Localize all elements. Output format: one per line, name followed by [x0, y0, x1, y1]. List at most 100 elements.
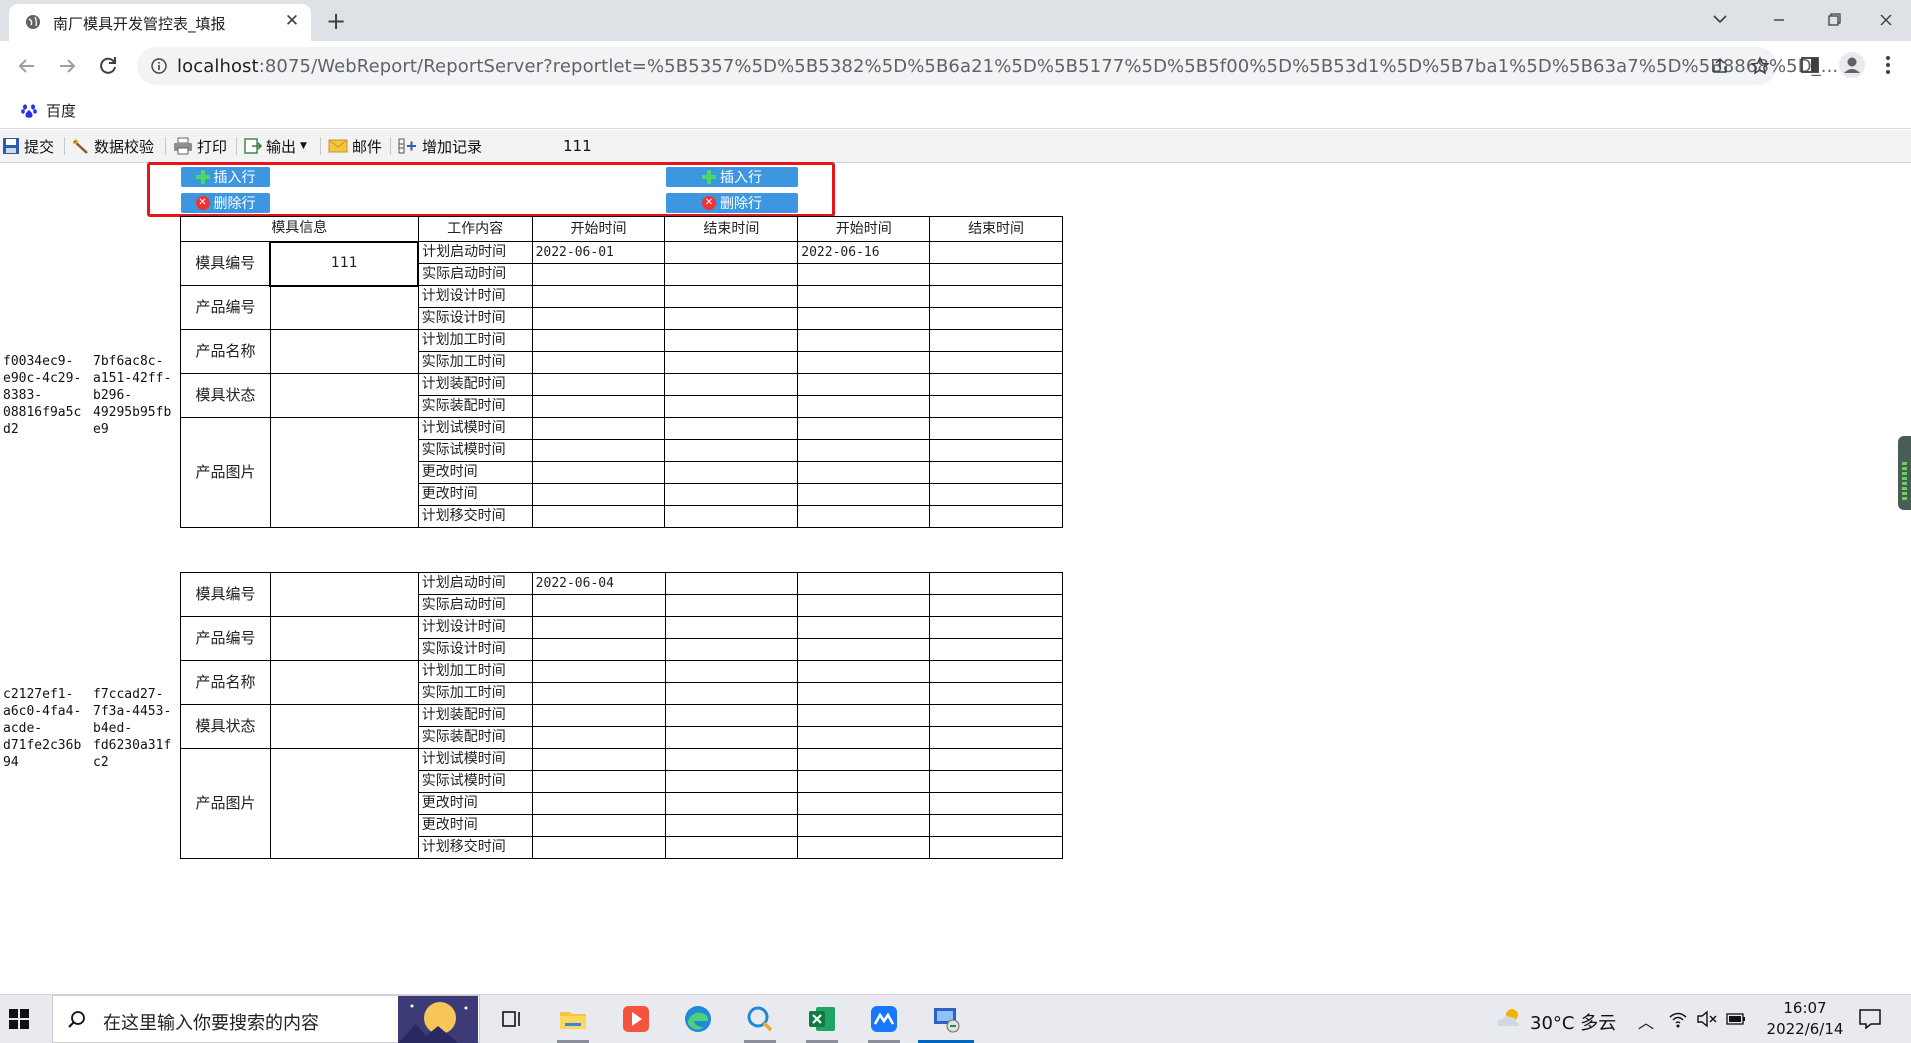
system-clock[interactable]: 16:07 2022/6/14 [1765, 998, 1845, 1040]
tab-close-icon[interactable]: ✕ [281, 10, 303, 32]
start-time-cell[interactable] [531, 285, 666, 308]
excel-icon[interactable] [806, 1003, 838, 1035]
end-time-cell[interactable] [664, 572, 799, 595]
start-time-cell[interactable] [797, 395, 931, 418]
add-record-button[interactable]: 增加记录 [398, 135, 482, 157]
start-time-cell[interactable] [531, 836, 666, 859]
submit-button[interactable]: 提交 [2, 135, 54, 157]
end-time-cell[interactable] [664, 307, 799, 330]
end-time-cell[interactable] [664, 351, 799, 374]
side-panel-icon[interactable] [1800, 55, 1820, 75]
start-time-cell[interactable] [797, 594, 931, 617]
end-time-cell[interactable] [929, 770, 1063, 793]
minimize-icon[interactable] [1756, 6, 1802, 34]
end-time-cell[interactable] [929, 241, 1063, 264]
end-time-cell[interactable] [664, 814, 799, 837]
start-time-cell[interactable] [797, 792, 931, 815]
start-time-cell[interactable] [531, 505, 666, 528]
start-time-cell[interactable] [531, 439, 666, 462]
input-product-no[interactable] [269, 285, 419, 330]
start-time-cell[interactable] [531, 307, 666, 330]
volume-muted-icon[interactable] [1696, 1010, 1718, 1028]
start-time-cell[interactable] [531, 704, 666, 727]
start-time-cell[interactable] [797, 417, 931, 440]
start-time-cell[interactable] [531, 748, 666, 771]
start-time-cell[interactable] [531, 594, 666, 617]
mail-button[interactable]: 邮件 [328, 135, 382, 157]
start-time-cell[interactable] [797, 461, 931, 484]
start-time-cell[interactable] [797, 814, 931, 837]
start-time-cell[interactable] [531, 814, 666, 837]
weather-text[interactable]: 30°C 多云 [1530, 1009, 1616, 1035]
end-time-cell[interactable] [929, 483, 1063, 506]
end-time-cell[interactable] [664, 417, 799, 440]
end-time-cell[interactable] [929, 616, 1063, 639]
end-time-cell[interactable] [929, 726, 1063, 749]
restore-icon[interactable] [1811, 6, 1857, 34]
back-icon[interactable] [13, 52, 41, 80]
screen-recorder-icon[interactable] [620, 1003, 652, 1035]
input-product-no[interactable] [269, 616, 419, 661]
end-time-cell[interactable] [929, 505, 1063, 528]
start-time-cell[interactable]: 2022-06-16 [797, 241, 931, 264]
end-time-cell[interactable] [664, 616, 799, 639]
end-time-cell[interactable] [929, 660, 1063, 683]
end-time-cell[interactable] [664, 704, 799, 727]
windows-start-icon[interactable] [9, 1009, 29, 1029]
input-product-image[interactable] [269, 748, 419, 859]
delete-row-button[interactable]: ✕ 删除行 [181, 193, 270, 213]
end-time-cell[interactable] [664, 505, 799, 528]
end-time-cell[interactable] [664, 726, 799, 749]
start-time-cell[interactable] [797, 351, 931, 374]
url-omnibox[interactable]: localhost:8075/WebReport/ReportServer?re… [137, 47, 1838, 85]
end-time-cell[interactable] [664, 660, 799, 683]
end-time-cell[interactable] [664, 748, 799, 771]
end-time-cell[interactable] [664, 373, 799, 396]
start-time-cell[interactable] [797, 439, 931, 462]
start-time-cell[interactable] [797, 505, 931, 528]
end-time-cell[interactable] [929, 638, 1063, 661]
end-time-cell[interactable] [929, 704, 1063, 727]
start-time-cell[interactable] [797, 660, 931, 683]
start-time-cell[interactable] [797, 638, 931, 661]
end-time-cell[interactable] [664, 263, 799, 286]
validate-button[interactable]: 数据校验 [72, 135, 154, 157]
start-time-cell[interactable]: 2022-06-01 [531, 241, 666, 264]
show-hidden-icons-chevron-icon[interactable]: ︿ [1638, 1009, 1654, 1033]
end-time-cell[interactable] [929, 682, 1063, 705]
input-product-name[interactable] [269, 660, 419, 705]
task-view-icon[interactable] [496, 1003, 528, 1035]
end-time-cell[interactable] [929, 748, 1063, 771]
bookmark-baidu[interactable]: 百度 [20, 99, 76, 121]
end-time-cell[interactable] [664, 792, 799, 815]
start-time-cell[interactable] [531, 417, 666, 440]
end-time-cell[interactable] [664, 836, 799, 859]
export-dropdown[interactable]: 输出 ▼ [244, 135, 307, 157]
end-time-cell[interactable] [929, 307, 1063, 330]
start-time-cell[interactable] [531, 263, 666, 286]
insert-row-button[interactable]: 插入行 [666, 167, 798, 187]
battery-icon[interactable] [1726, 1012, 1746, 1026]
end-time-cell[interactable] [929, 417, 1063, 440]
start-time-cell[interactable] [531, 726, 666, 749]
taskbar-search-box[interactable]: 在这里输入你要搜索的内容 [52, 995, 480, 1043]
print-button[interactable]: 打印 [173, 135, 227, 157]
start-time-cell[interactable] [797, 726, 931, 749]
start-time-cell[interactable] [531, 682, 666, 705]
side-widget-handle[interactable] [1898, 436, 1911, 510]
end-time-cell[interactable] [664, 461, 799, 484]
end-time-cell[interactable] [929, 395, 1063, 418]
end-time-cell[interactable] [664, 638, 799, 661]
end-time-cell[interactable] [929, 373, 1063, 396]
start-time-cell[interactable] [531, 483, 666, 506]
start-time-cell[interactable] [531, 770, 666, 793]
tab-search-chevron-icon[interactable] [1697, 6, 1743, 34]
start-time-cell[interactable] [797, 373, 931, 396]
start-time-cell[interactable] [797, 285, 931, 308]
input-mold-status[interactable] [269, 704, 419, 749]
end-time-cell[interactable] [929, 285, 1063, 308]
start-time-cell[interactable] [531, 373, 666, 396]
star-icon[interactable] [1750, 56, 1770, 76]
notification-icon[interactable] [1857, 1007, 1883, 1031]
start-time-cell[interactable] [797, 329, 931, 352]
